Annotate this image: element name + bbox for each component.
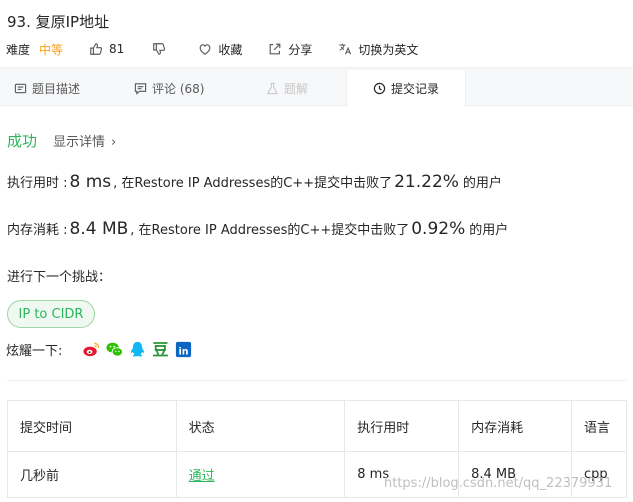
tab-solutions-label: 题解 [284,81,309,96]
translate-icon [339,43,352,55]
heart-icon [199,44,211,55]
qq-icon[interactable] [128,340,147,359]
problem-meta-row: 难度 中等 81 收藏 分享 切换为英文 [6,40,418,58]
next-challenge-button[interactable]: IP to CIDR [7,300,95,328]
thumbs-down-icon [153,43,166,55]
tab-submissions[interactable]: 提交记录 [346,70,466,107]
dislike-button[interactable] [152,42,172,56]
memory-mid: , 在Restore IP Addresses的C++提交中击败了 [130,223,410,238]
problem-tabs: 题目描述 评论 (68) 题解 提交记录 [0,70,633,107]
flask-icon [266,82,279,94]
section-divider [7,380,627,381]
table-header-row: 提交时间 状态 执行用时 内存消耗 语言 [7,400,628,452]
show-details-link[interactable]: 显示详情 › [53,131,116,150]
wechat-icon[interactable] [105,340,124,359]
runtime-prefix: 执行用时 : [7,176,68,191]
problem-title: 93. 复原IP地址 [7,13,110,31]
chevron-right-icon: › [111,134,117,150]
status-accepted-link[interactable]: 通过 [189,469,215,484]
tab-solutions[interactable]: 题解 [266,70,308,106]
runtime-mid: , 在Restore IP Addresses的C++提交中击败了 [113,176,393,191]
share-prompt-label: 炫耀一下: [6,343,63,359]
comment-icon [134,82,147,95]
header-memory: 内存消耗 [458,400,572,452]
next-challenge-label: 进行下一个挑战： [7,270,112,285]
like-button[interactable]: 81 [89,42,124,56]
cell-status: 通过 [175,451,346,498]
runtime-percent: 21.22% [394,172,459,192]
linkedin-glyph: in [179,346,189,357]
weibo-icon[interactable] [82,340,101,359]
favorite-label: 收藏 [218,42,243,57]
share-button[interactable]: 分享 [268,41,312,58]
share-icon [269,43,281,55]
tab-description[interactable]: 题目描述 [14,70,80,106]
runtime-suffix: 的用户 [462,176,502,191]
share-row: 炫耀一下: 豆 in [6,340,197,359]
cell-submit-time: 几秒前 [7,451,177,498]
difficulty-label: 难度 [6,42,31,57]
header-status: 状态 [175,400,346,452]
douban-icon[interactable]: 豆 [151,340,170,359]
submission-status: 成功 [7,131,38,150]
header-submit-time: 提交时间 [7,400,177,452]
document-icon [14,83,27,93]
tab-comments[interactable]: 评论 (68) [134,70,204,106]
problem-header: 93. 复原IP地址 难度 中等 81 收藏 分享 切换为英文 [0,0,633,67]
memory-suffix: 的用户 [469,223,509,238]
memory-value: 8.4 MB [69,219,129,239]
difficulty-value: 中等 [39,42,64,57]
show-details-label: 显示详情 [53,134,106,150]
share-label: 分享 [288,42,313,57]
memory-percent: 0.92% [411,219,466,239]
runtime-stat: 执行用时 : 8 ms , 在Restore IP Addresses的C++提… [7,172,502,192]
header-runtime: 执行用时 [344,400,460,452]
leetcode-submission-page: 93. 复原IP地址 难度 中等 81 收藏 分享 切换为英文 题目描述 评论 … [0,0,633,502]
switch-language-label: 切换为英文 [358,42,419,57]
memory-prefix: 内存消耗 : [7,223,68,238]
memory-stat: 内存消耗 : 8.4 MB , 在Restore IP Addresses的C+… [7,219,508,239]
clock-icon [373,82,386,95]
tab-comments-label: 评论 (68) [152,81,205,96]
favorite-button[interactable]: 收藏 [198,41,242,58]
result-row: 成功 显示详情 › [7,130,116,150]
thumbs-up-icon [90,43,103,55]
watermark-url: https://blog.csdn.net/qq_22379931 [384,476,613,491]
douban-glyph: 豆 [153,340,169,359]
header-language: 语言 [570,400,628,452]
runtime-value: 8 ms [69,172,112,192]
like-count: 81 [109,42,125,56]
linkedin-icon[interactable]: in [174,340,193,359]
tab-submissions-label: 提交记录 [390,82,439,96]
switch-language-button[interactable]: 切换为英文 [338,41,418,58]
tab-description-label: 题目描述 [32,81,81,96]
